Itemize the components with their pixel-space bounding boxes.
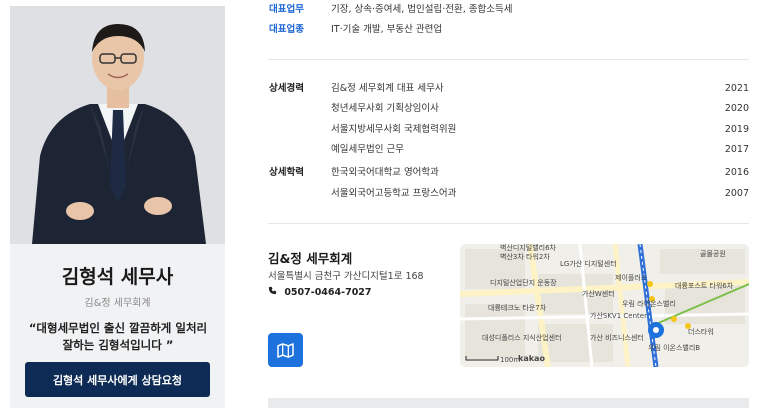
career-year: 2019: [724, 124, 749, 135]
map-label: 더스타워: [688, 328, 714, 336]
summary-label: 대표업종: [269, 24, 304, 35]
profile-card: 김형석 세무사 김&정 세무회계 “대형세무법인 출신 깔끔하게 일처리 잘하는…: [10, 6, 225, 408]
education-item: 서울외국어고등학교 프랑스어과: [331, 188, 457, 199]
career-item: 김&정 세무회계 대표 세무사: [331, 83, 444, 94]
summary-value: IT·기술 개발, 부동산 관련업: [331, 24, 443, 35]
map-label: 제이플러스: [615, 274, 648, 282]
map-label: 대륭포스트 타워6차: [675, 282, 734, 290]
summary-label: 대표업무: [269, 4, 304, 15]
map-label: 디지털산업단지 운동장: [490, 279, 557, 287]
phone-number: 0507-0464-7027: [284, 287, 372, 298]
tax-accountant-name: 김형석 세무사: [61, 266, 174, 288]
career-year: 2021: [724, 83, 749, 94]
education-item: 한국외국어대학교 영어학과: [331, 167, 439, 178]
map-label: 벽산디지털밸리6차: [500, 244, 556, 252]
education-label: 상세학력: [269, 167, 304, 178]
career-year: 2017: [724, 144, 749, 155]
career-year: 2020: [724, 103, 749, 114]
career-item: 청년세무사회 기획상임이사: [331, 103, 439, 114]
career-label: 상세경력: [269, 83, 304, 94]
map-brand-logo: kakao: [518, 354, 545, 363]
person-illustration: [10, 6, 225, 244]
open-map-button[interactable]: [268, 333, 303, 367]
map-label: 우림 이온스밸리B: [648, 344, 701, 352]
map-label: LG가산 디지털센터: [560, 260, 617, 268]
map-icon: [277, 342, 294, 358]
consult-request-button[interactable]: 김형석 세무사에게 상담요청: [25, 362, 210, 397]
summary-row-main-industry: 대표업종: [269, 24, 304, 36]
map-label: 대성디폴리스 지식산업센터: [482, 334, 562, 342]
education-year: 2007: [724, 188, 749, 199]
office-name: 김&정 세무회계: [268, 251, 353, 266]
section-divider: [268, 59, 749, 60]
profile-quote: “대형세무법인 출신 깔끔하게 일처리 잘하는 김형석입니다 ”: [28, 321, 208, 352]
map-label: 골몰공원: [700, 250, 726, 258]
bottom-section-bar: [268, 398, 749, 408]
profile-photo: [10, 6, 225, 244]
map-label: 벽산3차 타워2차: [500, 253, 550, 261]
phone-icon: [268, 286, 279, 298]
office-phone[interactable]: 0507-0464-7027: [268, 286, 372, 298]
education-year: 2016: [724, 167, 749, 178]
office-address: 서울특별시 금천구 가산디지털1로 168: [268, 271, 424, 282]
firm-name-subtitle: 김&정 세무회계: [84, 298, 151, 309]
summary-value: 기장, 상속·증여세, 법인설립·전환, 종합소득세: [331, 4, 513, 15]
career-item: 예일세무법인 근무: [331, 144, 404, 155]
career-item: 서울지방세무사회 국제협력위원: [331, 124, 457, 135]
summary-row-main-work: 대표업무: [269, 4, 304, 16]
map-label: 대륭테크노 타운7차: [488, 304, 547, 312]
map-label: 가산SKV1 Center: [590, 312, 647, 320]
map-label: 가산W센터: [582, 290, 615, 298]
section-divider: [268, 223, 749, 224]
map-label: 우림 라이온스밸리: [622, 300, 676, 308]
location-map[interactable]: 벽산디지털밸리6차 벽산3차 타워2차 LG가산 디지털센터 제이플러스 골몰공…: [460, 244, 749, 367]
map-label: 가산 비즈니스센터: [590, 334, 644, 342]
